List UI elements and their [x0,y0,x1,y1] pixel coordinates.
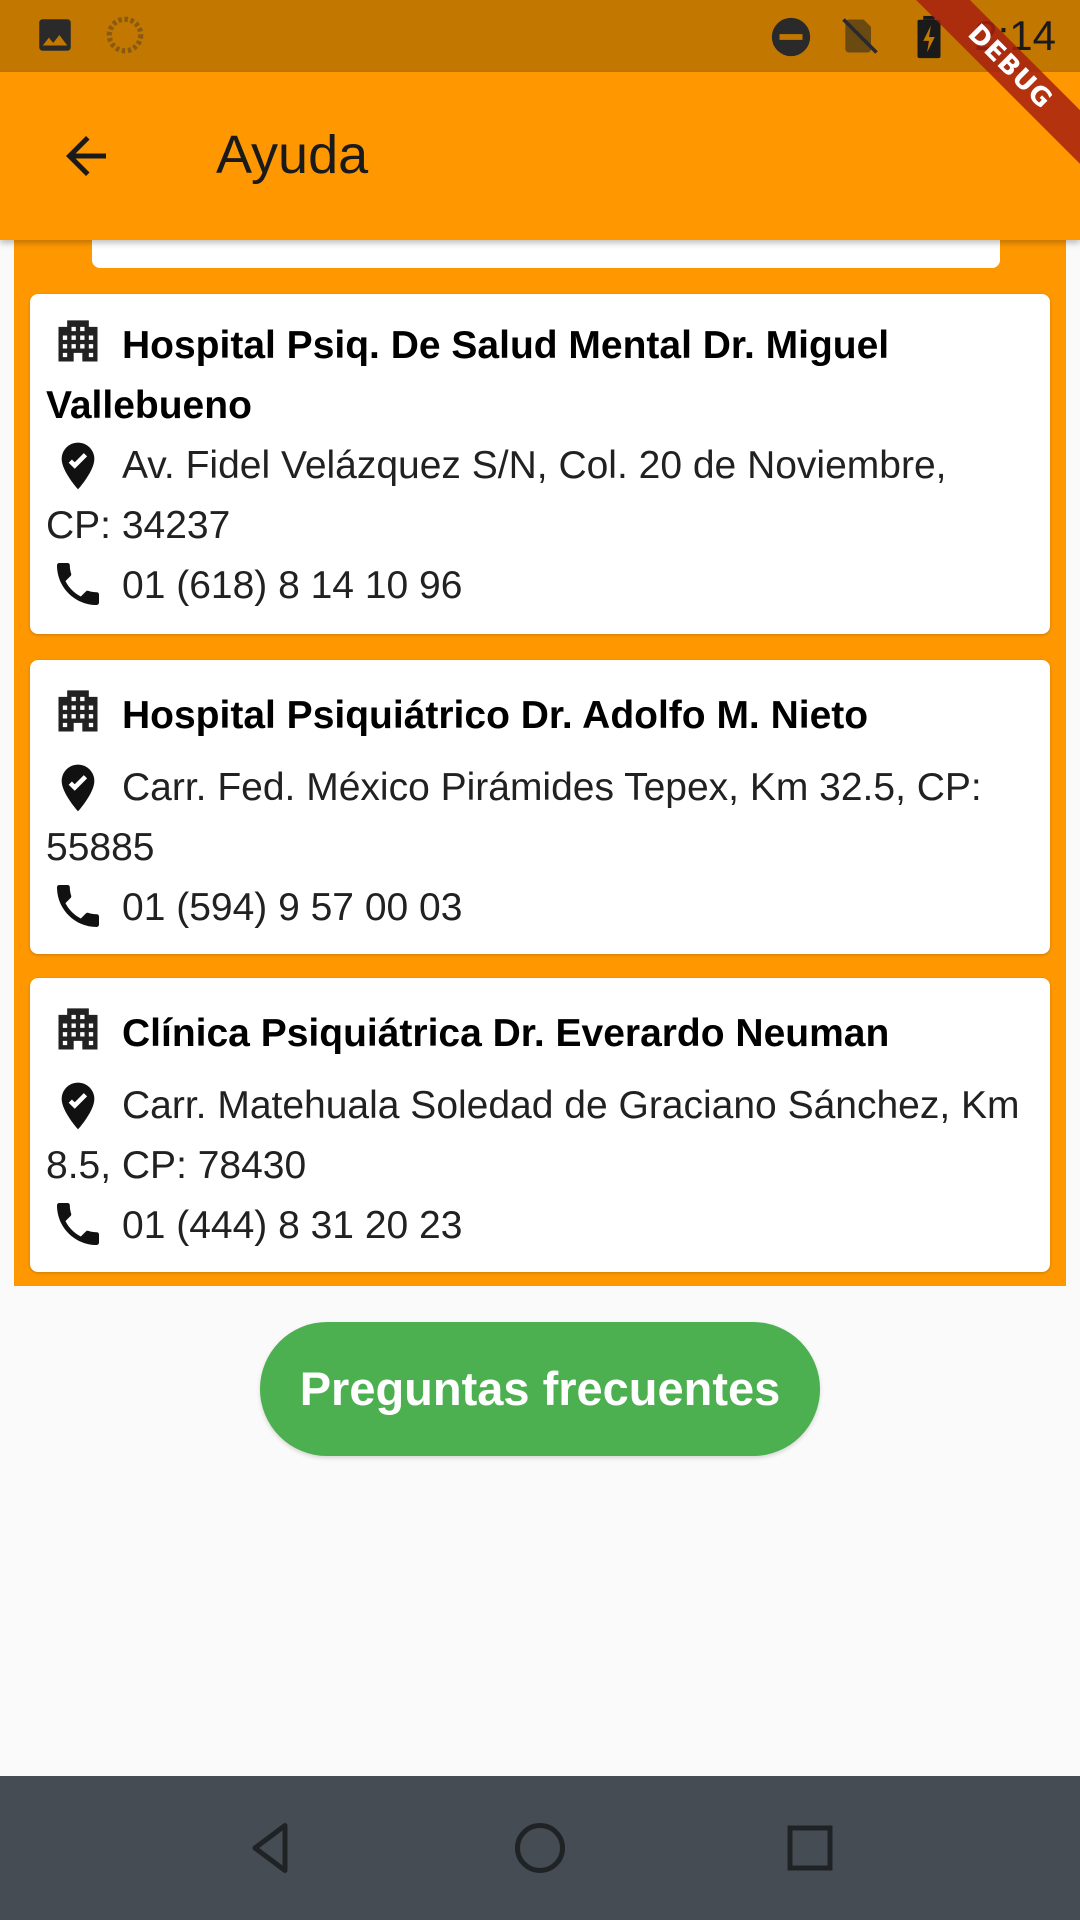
hospital-name: Clínica Psiquiátrica Dr. Everardo Neuman [122,1012,890,1055]
page-title: Ayuda [216,125,369,185]
building-icon [46,316,122,366]
sync-icon [106,16,144,54]
phone-icon [46,556,122,606]
hospital-address-line: Av. Fidel Velázquez S/N, Col. 20 de Novi… [46,436,1022,556]
status-time: 2:14 [974,12,1056,59]
place-check-icon [46,436,122,490]
hospital-name-line: Hospital Psiq. De Salud Mental Dr. Migue… [46,316,1022,436]
no-sim-icon [842,18,878,54]
building-icon [46,686,122,736]
place-check-icon [46,758,122,812]
navigation-bar [0,1776,1080,1920]
hospital-phone[interactable]: 01 (618) 8 14 10 96 [122,564,462,607]
hospital-card: Hospital Psiq. De Salud Mental Dr. Migue… [30,294,1050,634]
faq-button[interactable]: Preguntas frecuentes [260,1322,820,1456]
building-icon [46,1004,122,1054]
hospital-phone-line: 01 (594) 9 57 00 03 [46,878,1022,938]
hospital-address-line: Carr. Fed. México Pirámides Tepex, Km 32… [46,758,1022,878]
recents-nav-icon[interactable] [780,1818,840,1878]
hospital-card: Clínica Psiquiátrica Dr. Everardo Neuman… [30,978,1050,1272]
back-nav-icon[interactable] [240,1818,300,1878]
hospital-name: Hospital Psiquiátrico Dr. Adolfo M. Niet… [122,694,869,737]
hospital-phone-line: 01 (444) 8 31 20 23 [46,1196,1022,1256]
place-check-icon [46,1076,122,1130]
hospital-name-line: Hospital Psiquiátrico Dr. Adolfo M. Niet… [46,686,1022,746]
app-bar: Ayuda [0,72,1080,240]
phone-icon [46,1196,122,1246]
hospital-phone[interactable]: 01 (594) 9 57 00 03 [122,886,462,929]
hospital-phone-line: 01 (618) 8 14 10 96 [46,556,1022,616]
hospital-address-line: Carr. Matehuala Soledad de Graciano Sánc… [46,1076,1022,1196]
hospital-list[interactable]: Hospital Psiq. De Salud Mental Dr. Migue… [14,230,1066,1286]
phone-icon [46,878,122,928]
image-icon [39,19,71,51]
hospital-address: Av. Fidel Velázquez S/N, Col. 20 de Novi… [46,444,947,547]
battery-charging-icon [917,15,941,59]
hospital-address: Carr. Fed. México Pirámides Tepex, Km 32… [46,766,982,869]
hospital-name: Hospital Psiq. De Salud Mental Dr. Migue… [46,324,890,427]
arrow-back-icon[interactable] [56,126,116,186]
hospital-address: Carr. Matehuala Soledad de Graciano Sánc… [46,1084,1020,1187]
status-bar: 2:14 [0,0,1080,72]
hospital-name-line: Clínica Psiquiátrica Dr. Everardo Neuman [46,1004,1022,1064]
hospital-card: Hospital Psiquiátrico Dr. Adolfo M. Niet… [30,660,1050,954]
home-nav-icon[interactable] [510,1818,570,1878]
hospital-phone[interactable]: 01 (444) 8 31 20 23 [122,1204,462,1247]
do-not-disturb-icon [771,17,811,57]
